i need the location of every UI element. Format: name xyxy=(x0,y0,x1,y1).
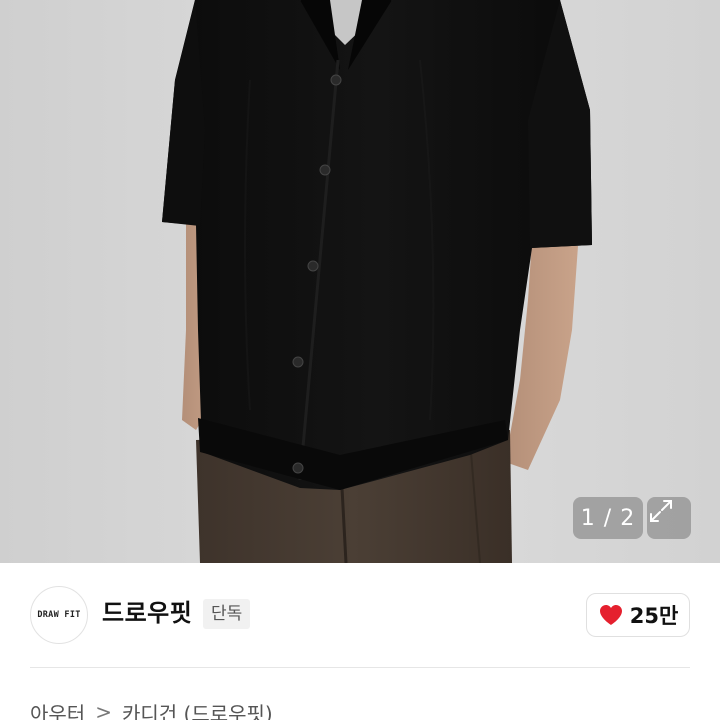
expand-image-button[interactable] xyxy=(647,497,691,539)
section-divider xyxy=(30,667,690,668)
product-photo-illustration xyxy=(162,0,592,563)
breadcrumb-item-outer[interactable]: 아우터 xyxy=(30,698,85,720)
brand-logo[interactable]: DRAW FIT xyxy=(30,586,88,644)
brand-logo-text: DRAW FIT xyxy=(37,610,81,620)
breadcrumb-separator: > xyxy=(95,700,112,720)
exclusive-badge: 단독 xyxy=(203,599,251,629)
breadcrumb: 아우터 > 카디건 (드로우핏) xyxy=(30,697,273,720)
like-button[interactable]: 25만 xyxy=(586,593,690,637)
breadcrumb-item-cardigan[interactable]: 카디건 (드로우핏) xyxy=(122,698,273,720)
product-image[interactable]: 1 / 2 xyxy=(0,0,720,563)
product-page: 1 / 2 DRAW FIT 드로우핏 단독 25만 아우터 > 카디건 (드로… xyxy=(0,0,720,720)
brand-row: DRAW FIT 드로우핏 단독 25만 xyxy=(0,563,720,667)
brand-name-link[interactable]: 드로우핏 xyxy=(102,598,192,628)
image-pager: 1 / 2 xyxy=(573,497,643,539)
expand-arrows-icon xyxy=(650,500,672,522)
heart-icon xyxy=(599,605,622,625)
like-count: 25만 xyxy=(629,604,679,628)
